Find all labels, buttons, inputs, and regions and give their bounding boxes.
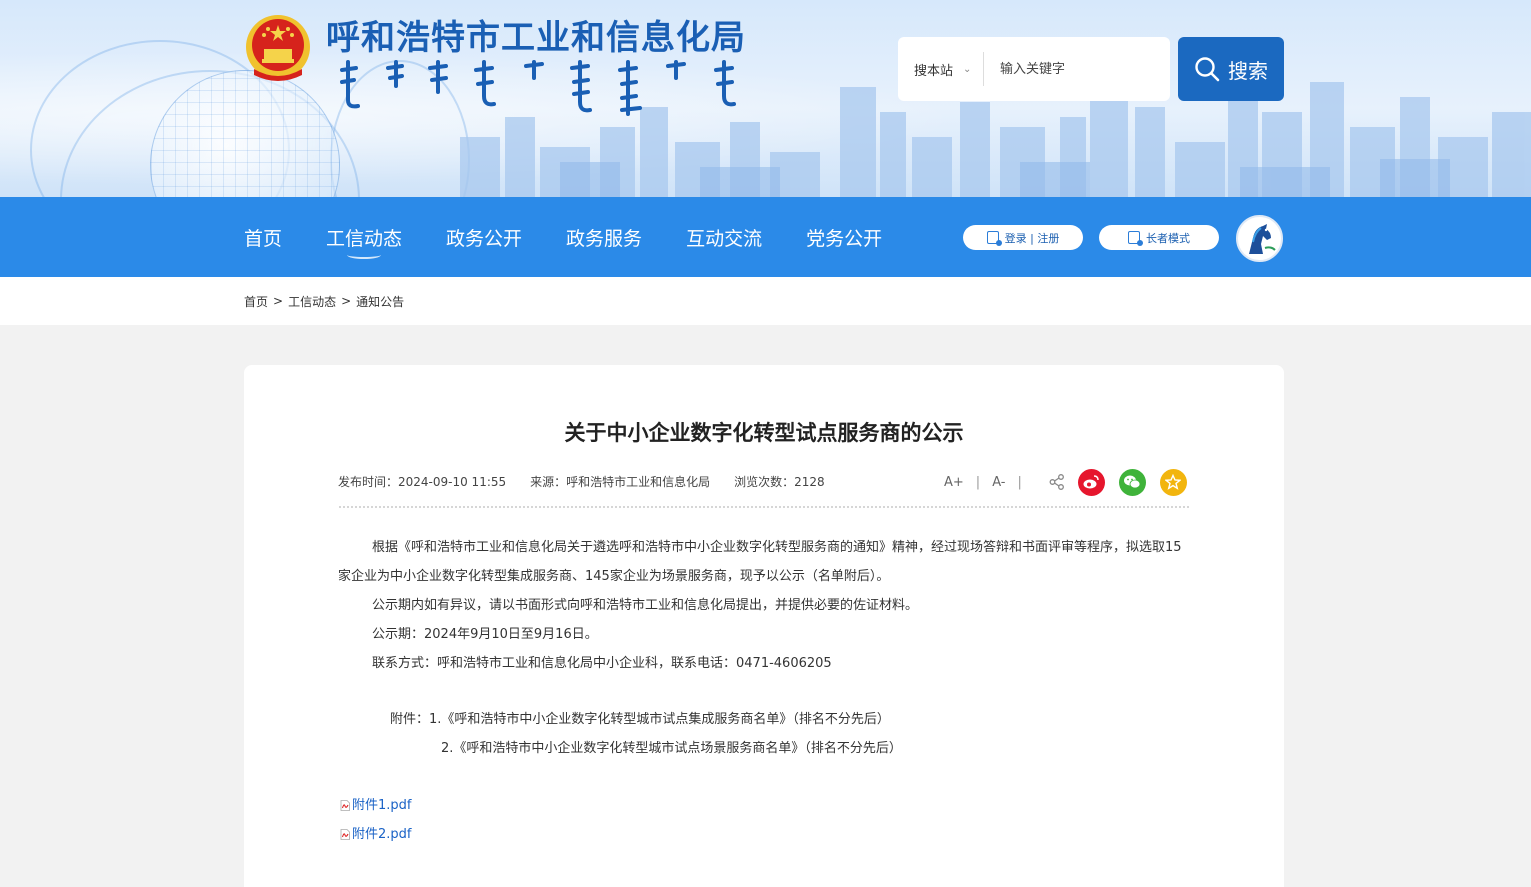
star-icon <box>1165 474 1182 490</box>
site-title: 呼和浩特市工业和信息化局 <box>326 18 746 58</box>
body-paragraph: 公示期内如有异议，请以书面形式向呼和浩特市工业和信息化局提出，并提供必要的佐证材… <box>372 598 919 613</box>
search-scope-select[interactable]: 搜本站 ⌄ <box>898 37 983 101</box>
breadcrumb-news[interactable]: 工信动态 <box>288 293 336 310</box>
nav-item-gov-services[interactable]: 政务服务 <box>566 197 642 277</box>
nav-item-interaction[interactable]: 互动交流 <box>686 197 762 277</box>
font-increase-button[interactable]: A+ <box>944 475 964 490</box>
wechat-share-button[interactable] <box>1118 468 1146 496</box>
nav-item-gov-affairs[interactable]: 政务公开 <box>446 197 522 277</box>
user-doc-icon <box>986 231 1002 246</box>
pdf-icon <box>340 829 350 840</box>
dotted-divider <box>338 505 1189 509</box>
nav-item-home[interactable]: 首页 <box>244 197 282 277</box>
article-source: 来源：呼和浩特市工业和信息化局 <box>530 475 711 489</box>
article-body: 根据《呼和浩特市工业和信息化局关于遴选呼和浩特市中小企业数字化转型服务商的通知》… <box>338 533 1194 678</box>
main-nav: 首页 工信动态 政务公开 政务服务 互动交流 党务公开 <box>0 197 1531 277</box>
favorite-button[interactable] <box>1159 468 1187 496</box>
tool-separator: | <box>975 474 981 490</box>
body-paragraph: 公示期：2024年9月10日至9月16日。 <box>372 627 598 642</box>
city-skyline <box>460 67 1531 197</box>
header-banner: 呼和浩特市工业和信息化局 搜本站 ⌄ 搜索 <box>0 0 1531 197</box>
chevron-down-icon: ⌄ <box>963 63 972 75</box>
elder-mode-icon <box>1128 231 1143 246</box>
search-icon <box>1195 57 1220 82</box>
breadcrumb: 首页 > 工信动态 > 通知公告 <box>244 277 404 325</box>
nav-items: 首页 工信动态 政务公开 政务服务 互动交流 党务公开 <box>244 197 926 277</box>
article-meta: 发布时间：2024-09-10 11:55 来源：呼和浩特市工业和信息化局 浏览… <box>338 473 825 490</box>
breadcrumb-separator: > <box>273 294 284 308</box>
login-register-button[interactable]: 登录 | 注册 <box>963 225 1083 250</box>
nav-item-news[interactable]: 工信动态 <box>326 197 402 277</box>
font-decrease-button[interactable]: A- <box>992 475 1005 490</box>
body-paragraph: 根据《呼和浩特市工业和信息化局关于遴选呼和浩特市中小企业数字化转型服务商的通知》… <box>338 540 1182 584</box>
search-button-label: 搜索 <box>1228 58 1268 83</box>
national-emblem-icon <box>246 15 310 81</box>
pdf-icon <box>340 800 350 811</box>
breadcrumb-home[interactable]: 首页 <box>244 293 268 310</box>
attachment-line: 2.《呼和浩特市中小企业数字化转型城市试点场景服务商名单》（排名不分先后） <box>441 741 902 756</box>
share-icon[interactable] <box>1048 473 1066 491</box>
horse-mascot-logo[interactable] <box>1236 215 1283 262</box>
login-register-label: 登录 | 注册 <box>1004 231 1060 245</box>
breadcrumb-notices[interactable]: 通知公告 <box>356 293 404 310</box>
mongolian-script-logo <box>340 60 736 116</box>
publish-time: 发布时间：2024-09-10 11:55 <box>338 475 507 489</box>
tool-separator: | <box>1017 474 1022 490</box>
weibo-share-button[interactable] <box>1077 468 1105 496</box>
elder-mode-button[interactable]: 长者模式 <box>1099 225 1219 250</box>
article-title: 关于中小企业数字化转型试点服务商的公示 <box>564 421 964 445</box>
attachment-list-text: 附件：1.《呼和浩特市中小企业数字化转型城市试点集成服务商名单》（排名不分先后）… <box>390 705 902 763</box>
search-input[interactable] <box>984 37 1170 101</box>
wechat-icon <box>1124 475 1141 489</box>
elder-mode-label: 长者模式 <box>1146 231 1190 245</box>
breadcrumb-bar: 首页 > 工信动态 > 通知公告 <box>0 277 1531 325</box>
horse-icon <box>1248 223 1276 254</box>
article-tools: A+ | A- | <box>944 468 1187 496</box>
attachment-1-link[interactable]: 附件1.pdf <box>340 791 411 820</box>
search-scope-label: 搜本站 <box>914 63 954 79</box>
search-button[interactable]: 搜索 <box>1178 37 1284 101</box>
attachment-2-label: 附件2.pdf <box>352 827 412 842</box>
body-paragraph: 联系方式：呼和浩特市工业和信息化局中小企业科，联系电话：0471-4606205 <box>372 656 832 671</box>
search-box: 搜本站 ⌄ <box>898 37 1170 101</box>
file-links: 附件1.pdf 附件2.pdf <box>340 791 411 849</box>
nav-item-party-affairs[interactable]: 党务公开 <box>806 197 882 277</box>
attachment-line: 附件：1.《呼和浩特市中小企业数字化转型城市试点集成服务商名单》（排名不分先后） <box>390 712 890 727</box>
attachment-1-label: 附件1.pdf <box>352 798 412 813</box>
weibo-icon <box>1083 475 1100 489</box>
article-card: 关于中小企业数字化转型试点服务商的公示 发布时间：2024-09-10 11:5… <box>244 365 1284 887</box>
attachment-2-link[interactable]: 附件2.pdf <box>340 820 411 849</box>
breadcrumb-separator: > <box>341 294 352 308</box>
view-count: 浏览次数：2128 <box>734 475 825 489</box>
